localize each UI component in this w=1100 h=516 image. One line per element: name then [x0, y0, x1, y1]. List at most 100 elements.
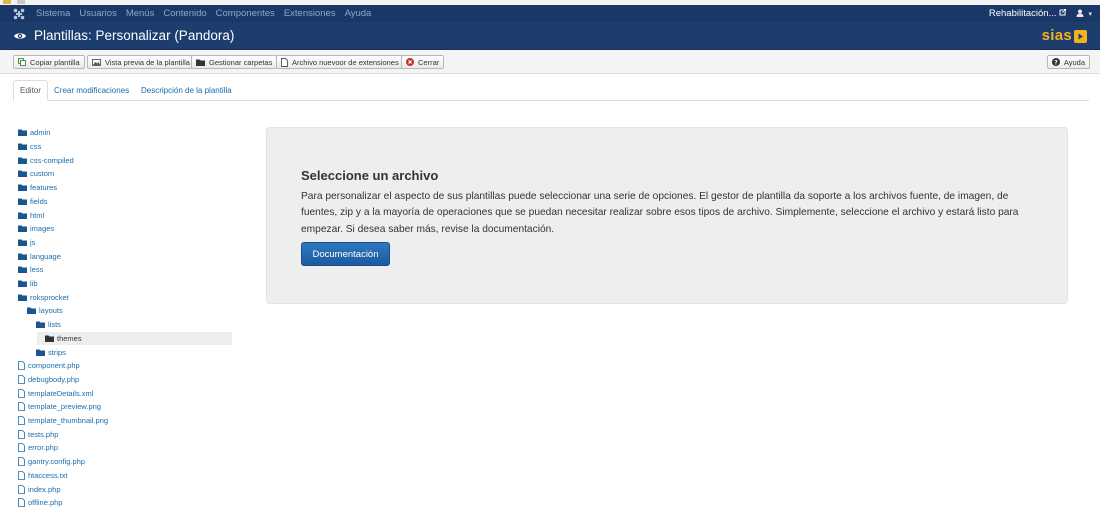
menu-contenido[interactable]: Contenido — [163, 8, 206, 19]
tab-crear-modificaciones-label: Crear modificaciones — [54, 86, 130, 95]
preview-template-label: Vista previa de la plantilla — [105, 57, 190, 67]
tree-item-label: lib — [30, 279, 38, 289]
brand-logo-text: sias — [1041, 27, 1072, 44]
documentation-button[interactable]: Documentación — [301, 242, 390, 266]
tree-folder-roksprocket[interactable]: roksprocket — [18, 290, 69, 304]
close-circle-icon — [406, 58, 414, 66]
tree-item-label: custom — [30, 169, 55, 179]
menu-usuarios[interactable]: Usuarios — [79, 8, 117, 19]
user-icon[interactable] — [1076, 9, 1084, 19]
tree-item-label: index.php — [28, 484, 61, 494]
preview-template-button[interactable]: Vista previa de la plantilla — [87, 55, 195, 69]
editor-tabs: Editor Crear modificaciones Descripción … — [13, 80, 1089, 101]
folder-icon — [196, 59, 205, 66]
tree-folder-layouts[interactable]: layouts — [27, 304, 63, 318]
folder-icon — [36, 349, 45, 356]
tree-folder-html[interactable]: html — [18, 208, 44, 222]
file-icon — [281, 57, 288, 67]
caret-down-icon[interactable]: ▾ — [1088, 10, 1092, 18]
menu-sistema[interactable]: Sistema — [36, 8, 70, 19]
file-icon — [18, 361, 25, 371]
help-label: Ayuda — [1063, 57, 1085, 67]
tree-folder-css[interactable]: css — [18, 140, 41, 154]
tree-folder-fields[interactable]: fields — [18, 195, 48, 209]
tree-folder-strips[interactable]: strips — [36, 345, 66, 359]
help-button[interactable]: ? Ayuda — [1046, 55, 1090, 69]
copy-template-button[interactable]: Copiar plantilla — [13, 55, 85, 69]
tree-item-label: layouts — [39, 306, 63, 316]
file-icon — [18, 388, 25, 398]
folder-icon — [45, 335, 54, 342]
tree-item-label: strips — [48, 347, 66, 357]
tree-item-label: htaccess.txt — [28, 470, 68, 480]
tree-folder-lib[interactable]: lib — [18, 277, 38, 291]
tree-item-label: css-compiled — [30, 155, 74, 165]
folder-icon — [18, 184, 27, 192]
toolbar: Copiar plantilla Vista previa de la plan… — [0, 50, 1100, 74]
joomla-logo-icon[interactable] — [8, 5, 30, 22]
tree-item-label: features — [30, 183, 58, 193]
tree-folder-lists[interactable]: lists — [36, 318, 61, 332]
tree-file-template-preview-png[interactable]: template_preview.png — [18, 400, 101, 414]
tree-file-component-php[interactable]: component.php — [18, 359, 80, 373]
tree-item-label: fields — [30, 196, 48, 206]
tree-item-label: component.php — [28, 361, 80, 371]
tree-file-debugbody-php[interactable]: debugbody.php — [18, 373, 79, 387]
tree-folder-js[interactable]: js — [18, 236, 35, 250]
tree-item-label: tests.php — [28, 429, 59, 439]
tree-item-label: admin — [30, 128, 51, 138]
tree-file-htaccess-txt[interactable]: htaccess.txt — [18, 469, 68, 483]
tree-folder-themes[interactable]: themes — [37, 331, 232, 346]
folder-icon — [18, 170, 27, 178]
browser-tab-icon — [17, 0, 25, 4]
tree-item-label: images — [30, 224, 55, 234]
tree-folder-language[interactable]: language — [18, 249, 61, 263]
tab-descripcion[interactable]: Descripción de la plantilla — [141, 80, 232, 101]
admin-top-nav: Sistema Usuarios Menús Contenido Compone… — [0, 5, 1100, 22]
tree-folder-custom[interactable]: custom — [18, 167, 54, 181]
page-title: Plantillas: Personalizar (Pandora) — [34, 28, 235, 43]
close-button[interactable]: Cerrar — [401, 55, 445, 69]
topnav-right: Rehabilitación... ▾ — [989, 5, 1092, 22]
tree-item-label: offline.php — [28, 498, 63, 508]
manage-folders-label: Gestionar carpetas — [209, 57, 273, 67]
file-icon — [18, 457, 25, 467]
tree-file-template-thumbnail-png[interactable]: template_thumbnail.png — [18, 414, 108, 428]
tree-folder-less[interactable]: less — [18, 263, 43, 277]
tree-folder-features[interactable]: features — [18, 181, 57, 195]
site-link[interactable]: Rehabilitación... — [989, 8, 1057, 19]
tree-file-templatedetails-xml[interactable]: templateDetails.xml — [18, 386, 93, 400]
tree-file-index-php[interactable]: index.php — [18, 482, 61, 496]
tab-editor[interactable]: Editor — [13, 80, 48, 101]
tree-item-label: roksprocket — [30, 292, 69, 302]
file-icon — [18, 498, 25, 508]
folder-icon — [18, 280, 27, 288]
folder-icon — [18, 129, 27, 137]
tree-folder-admin[interactable]: admin — [18, 126, 50, 140]
folder-icon — [36, 321, 45, 329]
tree-folder-images[interactable]: images — [18, 222, 54, 236]
tab-descripcion-label: Descripción de la plantilla — [141, 86, 232, 95]
menu-extensiones[interactable]: Extensiones — [284, 8, 336, 19]
play-icon — [1074, 29, 1087, 43]
folder-icon — [18, 266, 27, 274]
manage-folders-button[interactable]: Gestionar carpetas — [191, 55, 278, 69]
file-icon — [18, 484, 25, 494]
menu-menus[interactable]: Menús — [126, 8, 155, 19]
svg-text:?: ? — [1054, 59, 1058, 66]
folder-icon — [18, 212, 27, 219]
new-file-button[interactable]: Archivo nuevoor de extensiones — [276, 55, 404, 69]
folder-icon — [18, 157, 27, 164]
tree-file-tests-php[interactable]: tests.php — [18, 427, 58, 441]
tree-file-offline-php[interactable]: offline.php — [18, 496, 62, 510]
tree-file-gantry-config-php[interactable]: gantry.config.php — [18, 455, 85, 469]
tree-file-error-php[interactable]: error.php — [18, 441, 58, 455]
file-icon — [18, 375, 25, 384]
folder-icon — [18, 294, 27, 301]
page-header: Plantillas: Personalizar (Pandora) sias — [0, 22, 1100, 50]
tree-folder-css-compiled[interactable]: css-compiled — [18, 153, 74, 167]
tab-crear-modificaciones[interactable]: Crear modificaciones — [54, 80, 129, 101]
menu-componentes[interactable]: Componentes — [216, 8, 275, 19]
menu-ayuda[interactable]: Ayuda — [345, 8, 372, 19]
file-icon — [18, 429, 25, 439]
